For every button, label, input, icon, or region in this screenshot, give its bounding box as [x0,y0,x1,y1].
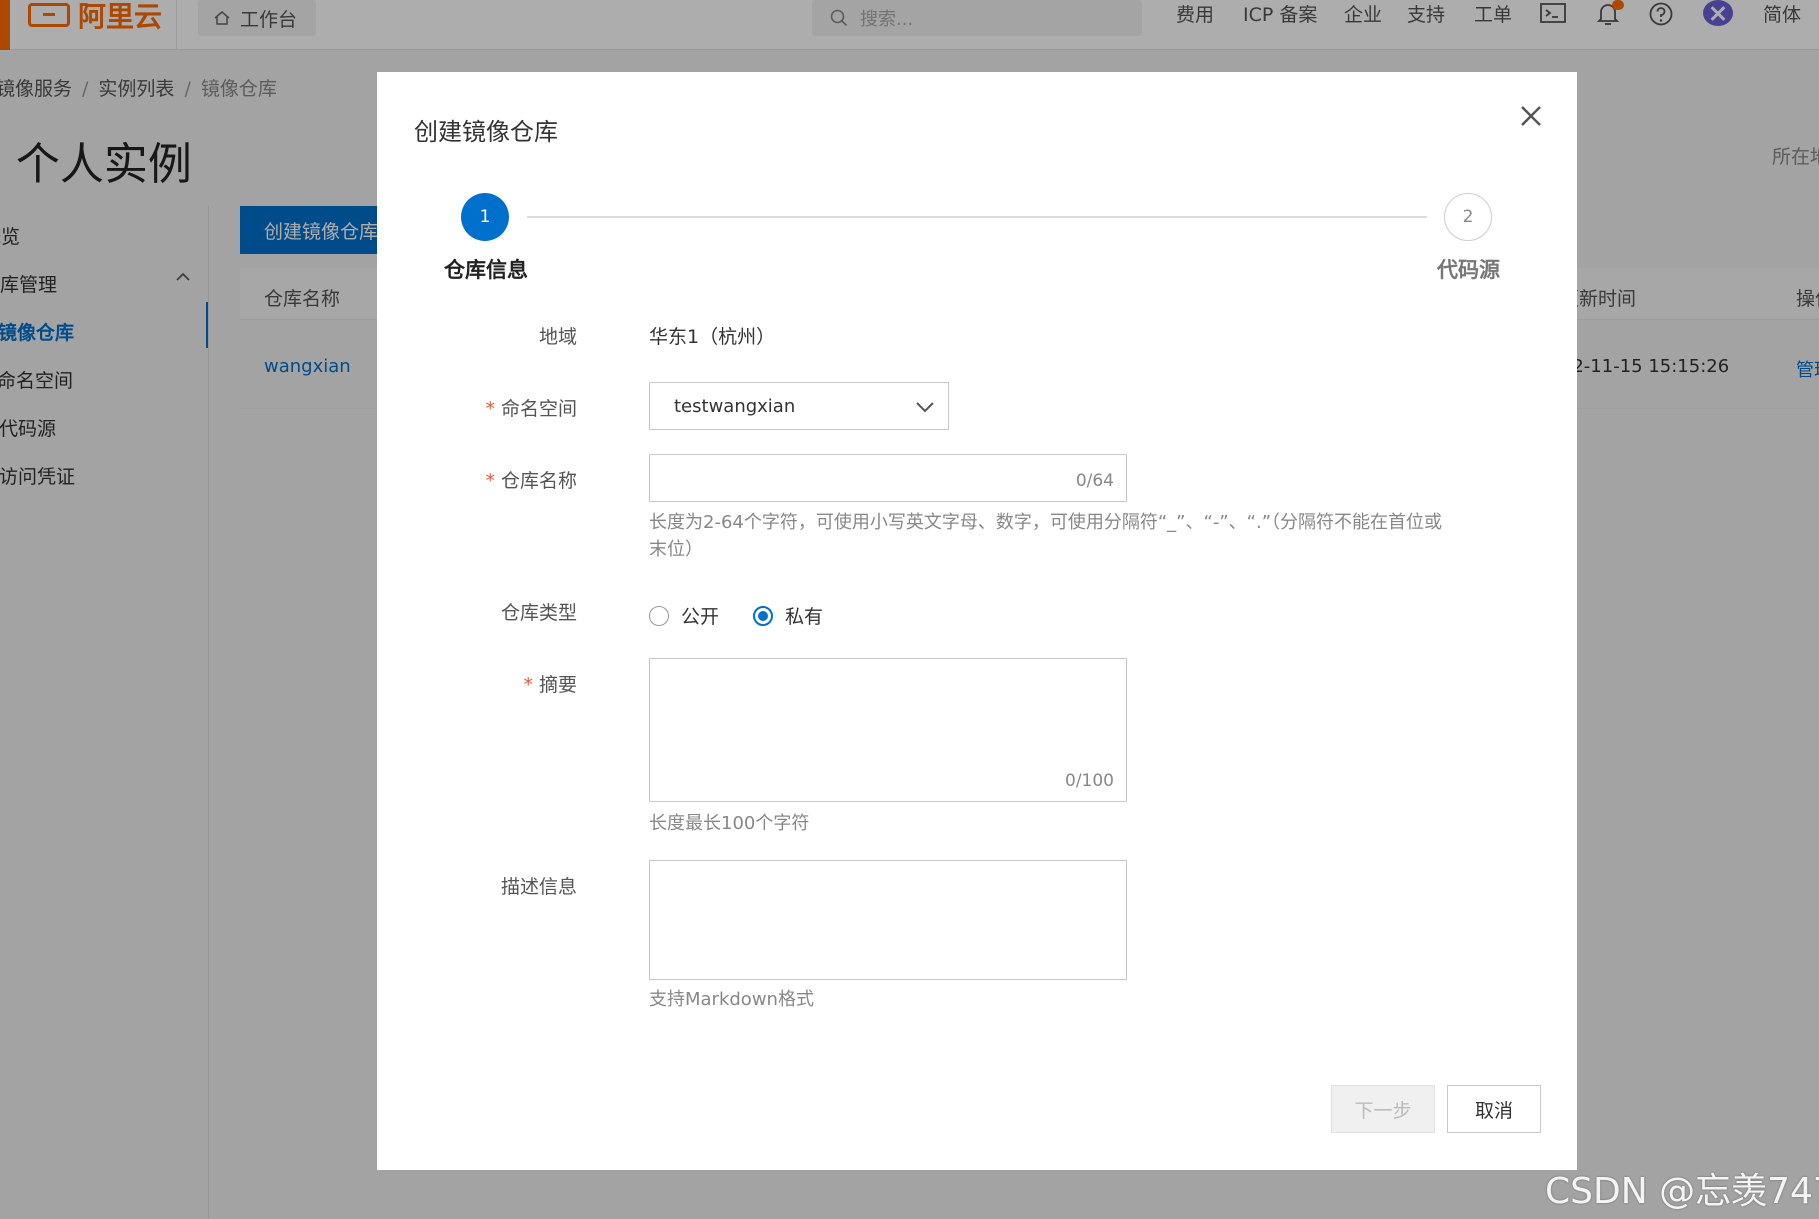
chevron-down-icon [916,402,934,413]
step-2-indicator: 2 [1444,193,1492,241]
close-icon[interactable] [1515,100,1547,132]
radio-public[interactable]: 公开 [649,602,719,629]
create-repo-dialog: 创建镜像仓库 1 2 仓库信息 代码源 地域 华东1（杭州） * 命名空间 tes… [377,72,1577,1170]
repo-type-label: 仓库类型 [500,602,577,624]
step-1-label: 仓库信息 [444,258,528,282]
radio-public-label: 公开 [681,606,720,628]
repo-name-hint: 长度为2-64个字符，可使用小写英文字母、数字，可使用分隔符“_”、“-”、“.… [649,512,1443,560]
summary-textarea[interactable]: 0/100 [649,658,1127,802]
region-value: 华东1（杭州） [649,326,776,348]
repo-name-input[interactable]: 0/64 [649,454,1127,502]
description-label: 描述信息 [500,876,577,898]
summary-counter: 0/100 [1065,771,1114,791]
next-step-button[interactable]: 下一步 [1331,1085,1435,1133]
radio-private-circle[interactable] [753,605,773,626]
dialog-title: 创建镜像仓库 [414,118,558,146]
radio-private[interactable]: 私有 [753,602,823,629]
csdn-watermark: CSDN @忘羡747 [1545,1171,1819,1212]
repo-name-label: * 仓库名称 [485,470,577,492]
cancel-button[interactable]: 取消 [1447,1085,1541,1133]
description-hint: 支持Markdown格式 [649,989,814,1010]
namespace-selected-value: testwangxian [674,395,796,417]
region-label: 地域 [538,326,577,348]
radio-private-label: 私有 [785,606,824,628]
step-2-label: 代码源 [1437,258,1500,282]
summary-hint: 长度最长100个字符 [649,813,810,834]
repo-name-counter: 0/64 [1075,471,1114,491]
description-textarea[interactable] [649,860,1127,980]
namespace-select[interactable]: testwangxian [649,382,949,430]
step-connector [527,216,1427,218]
step-1-indicator: 1 [461,193,509,241]
summary-label: * 摘要 [523,674,577,696]
namespace-label: * 命名空间 [485,398,577,420]
radio-public-circle[interactable] [649,605,669,626]
